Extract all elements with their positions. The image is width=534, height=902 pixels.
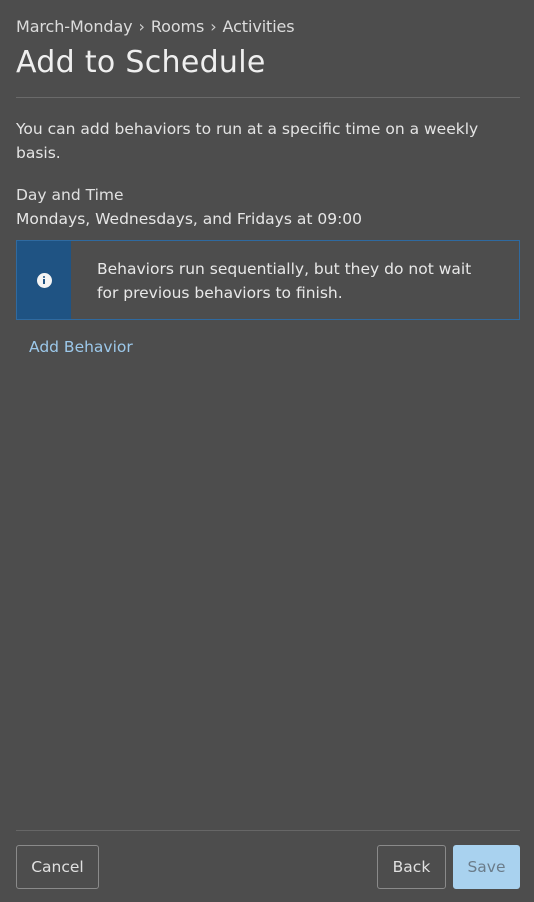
breadcrumb-separator: › — [138, 17, 145, 36]
info-notice-stripe — [17, 241, 71, 319]
breadcrumb: March-Monday › Rooms › Activities — [16, 17, 295, 36]
header-divider — [16, 97, 520, 98]
page-title: Add to Schedule — [16, 45, 266, 80]
back-button[interactable]: Back — [377, 845, 446, 889]
info-notice-text: Behaviors run sequentially, but they do … — [97, 260, 472, 302]
day-time-value: Mondays, Wednesdays, and Fridays at 09:0… — [16, 210, 363, 228]
add-behavior-link[interactable]: Add Behavior — [29, 338, 133, 356]
info-icon — [36, 272, 52, 288]
save-button[interactable]: Save — [453, 845, 520, 889]
day-time-label: Day and Time — [16, 186, 124, 204]
info-notice: Behaviors run sequentially, but they do … — [16, 240, 520, 320]
footer-divider — [16, 830, 520, 831]
breadcrumb-item-march-monday[interactable]: March-Monday — [16, 17, 133, 36]
cancel-button[interactable]: Cancel — [16, 845, 99, 889]
breadcrumb-item-activities[interactable]: Activities — [223, 17, 295, 36]
breadcrumb-item-rooms[interactable]: Rooms — [151, 17, 205, 36]
breadcrumb-separator: › — [210, 17, 217, 36]
intro-text: You can add behaviors to run at a specif… — [16, 120, 479, 162]
